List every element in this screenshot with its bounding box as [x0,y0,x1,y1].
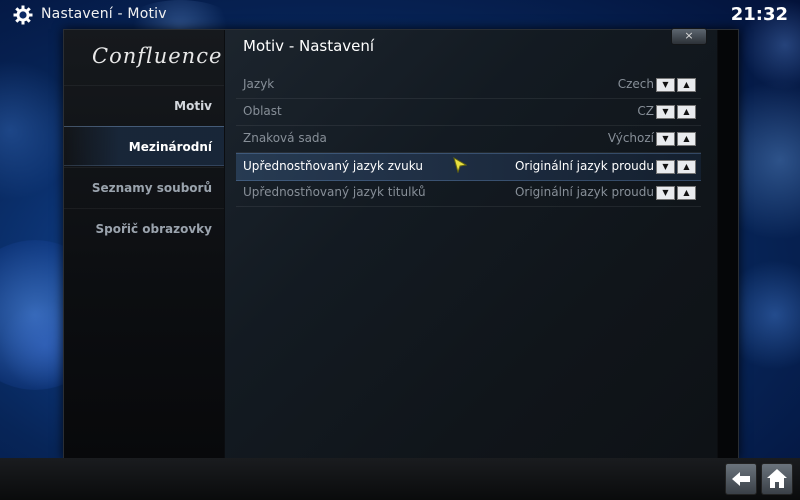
spin-up-button[interactable]: ▲ [677,105,696,119]
setting-value: Originální jazyk proudu [514,159,654,173]
setting-row-oblast[interactable]: Oblast CZ ▼ ▲ [236,99,701,126]
setting-label: Upřednostňovaný jazyk zvuku [243,159,423,173]
sidebar-item-mezinarodni[interactable]: Mezinárodní [64,126,224,166]
sidebar-item-sporic-obrazovky[interactable]: Spořič obrazovky [64,208,224,248]
home-button[interactable] [761,463,793,495]
clock: 21:32 [730,4,788,25]
top-bar: Nastavení - Motiv 21:32 [0,0,800,30]
confluence-logo: Confluence [92,44,223,68]
dialog-title: Motiv - Nastavení [243,37,375,55]
setting-value: CZ [637,104,654,118]
setting-row-znakova-sada[interactable]: Znaková sada Výchozí ▼ ▲ [236,126,701,153]
spin-control: ▼ ▲ [656,132,696,146]
close-button[interactable]: × [671,28,707,45]
spin-up-button[interactable]: ▲ [677,132,696,146]
setting-value: Výchozí [607,131,654,145]
scrollbar[interactable] [718,30,738,458]
mouse-cursor-icon [453,157,467,173]
sidebar-item-motiv[interactable]: Motiv [64,85,224,125]
setting-label: Upřednostňovaný jazyk titulků [243,185,426,199]
back-arrow-icon [732,472,750,486]
spin-down-button[interactable]: ▼ [656,160,675,174]
spin-up-button[interactable]: ▲ [677,160,696,174]
spin-down-button[interactable]: ▼ [656,132,675,146]
sidebar-item-seznamy-souboru[interactable]: Seznamy souborů [64,167,224,207]
setting-label: Oblast [243,104,282,118]
setting-label: Jazyk [243,77,275,91]
setting-value: Originální jazyk proudu [514,185,654,199]
setting-row-jazyk-titulku[interactable]: Upřednostňovaný jazyk titulků Originální… [236,180,701,207]
setting-label: Znaková sada [243,131,327,145]
bottom-bar [0,458,800,500]
spin-control: ▼ ▲ [656,105,696,119]
breadcrumb: Nastavení - Motiv [41,6,167,22]
spin-up-button[interactable]: ▲ [677,78,696,92]
setting-row-jazyk[interactable]: Jazyk Czech ▼ ▲ [236,72,701,99]
spin-down-button[interactable]: ▼ [656,105,675,119]
settings-panel: Motiv - Nastavení Jazyk Czech ▼ ▲ Oblast… [225,30,717,458]
back-button[interactable] [725,463,757,495]
spin-down-button[interactable]: ▼ [656,78,675,92]
settings-dialog: Confluence Motiv Mezinárodní Seznamy sou… [63,28,739,459]
spin-control: ▼ ▲ [656,186,696,200]
gear-icon [13,5,33,25]
spin-control: ▼ ▲ [656,160,696,174]
sidebar: Confluence Motiv Mezinárodní Seznamy sou… [64,30,224,458]
spin-up-button[interactable]: ▲ [677,186,696,200]
home-icon [767,469,787,488]
setting-value: Czech [617,77,654,91]
setting-row-jazyk-zvuku[interactable]: Upřednostňovaný jazyk zvuku Originální j… [236,153,701,181]
spin-down-button[interactable]: ▼ [656,186,675,200]
spin-control: ▼ ▲ [656,78,696,92]
